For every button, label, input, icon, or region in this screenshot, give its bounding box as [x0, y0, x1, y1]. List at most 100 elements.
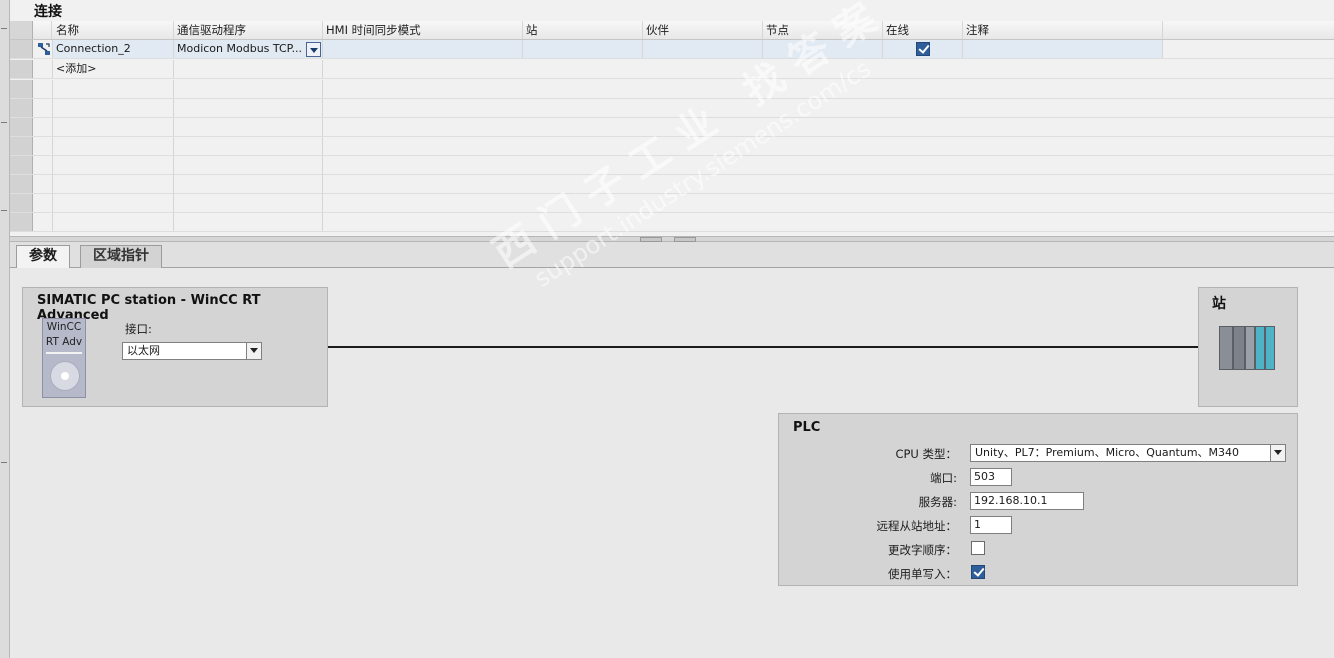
table-row[interactable]: <添加> [10, 60, 1334, 79]
connection-icon [38, 43, 50, 55]
chevron-down-icon[interactable] [306, 42, 321, 57]
empty-cell [53, 80, 174, 98]
empty-row [10, 194, 1334, 213]
station-box[interactable]: 站 [1198, 287, 1298, 407]
interface-select[interactable]: 以太网 [122, 342, 262, 360]
row-icon-cell [33, 40, 53, 58]
plc-module [1265, 326, 1275, 370]
wincc-label-1: WinCC [46, 321, 82, 333]
byte-order-label: 更改字顺序： [888, 543, 957, 557]
empty-cell [174, 175, 323, 193]
row-icon-cell [33, 60, 53, 78]
row-icon-cell [33, 156, 53, 174]
row-icon-cell [33, 137, 53, 155]
empty-cell [53, 156, 174, 174]
connections-panel: 连接 名称 通信驱动程序 HMI 时间同步模式 站 伙伴 节点 在线 注释 Co… [10, 0, 1334, 236]
row-header [10, 175, 33, 193]
empty-cell [53, 213, 174, 231]
slave-address-input[interactable]: 1 [970, 516, 1012, 534]
empty-cell [174, 99, 323, 117]
single-write-checkbox[interactable] [971, 565, 985, 579]
col-header-station[interactable]: 站 [523, 21, 643, 39]
row-icon-cell [33, 175, 53, 193]
cell-name[interactable]: Connection_2 [53, 40, 174, 58]
tab-area-pointers[interactable]: 区域指针 [80, 245, 162, 268]
empty-row [10, 213, 1334, 232]
cell-comment[interactable] [963, 40, 1163, 58]
wincc-label-2: RT Adv [45, 336, 83, 348]
edge-tick [1, 462, 7, 463]
port-input[interactable]: 503 [970, 468, 1012, 486]
col-header-comment[interactable]: 注释 [963, 21, 1163, 39]
chevron-down-icon[interactable] [246, 343, 261, 359]
header-corner [10, 21, 33, 39]
row-header [10, 213, 33, 231]
wincc-divider [46, 352, 82, 354]
server-label: 服务器: [918, 495, 957, 509]
plc-module [1255, 326, 1265, 370]
empty-row [10, 80, 1334, 99]
col-header-partner[interactable]: 伙伴 [643, 21, 763, 39]
col-header-online[interactable]: 在线 [883, 21, 963, 39]
add-connection-cell[interactable]: <添加> [53, 60, 174, 78]
empty-cell [53, 137, 174, 155]
disc-icon [50, 361, 80, 391]
empty-cell [53, 194, 174, 212]
row-header [10, 99, 33, 117]
plc-module [1245, 326, 1255, 370]
empty-row [10, 99, 1334, 118]
empty-cell [174, 118, 323, 136]
header-icon-col [34, 21, 52, 39]
port-label: 端口: [930, 471, 957, 485]
cpu-type-select[interactable]: Unity、PL7：Premium、Micro、Quantum、M340 [970, 444, 1286, 462]
cpu-type-label: CPU 类型： [895, 447, 957, 461]
empty-row [10, 175, 1334, 194]
empty-cell [53, 118, 174, 136]
single-write-label: 使用单写入： [888, 567, 957, 581]
table-row[interactable]: Connection_2 Modicon Modbus TCP... [10, 40, 1334, 59]
slave-address-label: 远程从站地址： [876, 519, 958, 533]
col-header-name[interactable]: 名称 [53, 21, 174, 39]
empty-row [10, 118, 1334, 137]
row-icon-cell [33, 99, 53, 117]
cell-hmi-sync[interactable] [323, 40, 523, 58]
tab-bar: 参数 区域指针 [10, 242, 1334, 269]
row-header[interactable] [10, 60, 33, 78]
row-header [10, 118, 33, 136]
hmi-station-box[interactable]: SIMATIC PC station - WinCC RT Advanced W… [22, 287, 328, 407]
driver-value: Modicon Modbus TCP... [177, 42, 303, 55]
chevron-down-icon[interactable] [1270, 445, 1285, 461]
cpu-type-value: Unity、PL7：Premium、Micro、Quantum、M340 [975, 446, 1240, 459]
cell-station[interactable] [523, 40, 643, 58]
cell-online[interactable] [883, 40, 963, 58]
edge-tick [1, 28, 7, 29]
row-icon-cell [33, 194, 53, 212]
station-title: 站 [1212, 296, 1226, 312]
interface-value: 以太网 [127, 344, 160, 357]
empty-cell [174, 60, 323, 78]
parameters-view: SIMATIC PC station - WinCC RT Advanced W… [10, 268, 1334, 658]
tab-parameters[interactable]: 参数 [16, 245, 70, 269]
row-icon-cell [33, 80, 53, 98]
edge-tick [1, 122, 7, 123]
row-header[interactable] [10, 40, 33, 58]
row-header [10, 80, 33, 98]
server-ip-input[interactable]: 192.168.10.1 [970, 492, 1084, 510]
interface-label: 接口: [125, 322, 152, 336]
byte-order-checkbox[interactable] [971, 541, 985, 555]
empty-cell [174, 156, 323, 174]
online-checkbox[interactable] [916, 42, 930, 56]
cell-node[interactable] [763, 40, 883, 58]
empty-cell [53, 175, 174, 193]
plc-title: PLC [793, 420, 821, 435]
left-edge-strip [0, 0, 10, 658]
cell-partner[interactable] [643, 40, 763, 58]
row-header [10, 194, 33, 212]
col-header-hmi-sync[interactable]: HMI 时间同步模式 [323, 21, 523, 39]
cell-driver[interactable]: Modicon Modbus TCP... [174, 40, 323, 58]
plc-settings-box: PLC CPU 类型： Unity、PL7：Premium、Micro、Quan… [778, 413, 1298, 586]
col-header-node[interactable]: 节点 [763, 21, 883, 39]
col-header-driver[interactable]: 通信驱动程序 [174, 21, 323, 39]
empty-cell [53, 99, 174, 117]
plc-rack-icon [1219, 326, 1277, 370]
